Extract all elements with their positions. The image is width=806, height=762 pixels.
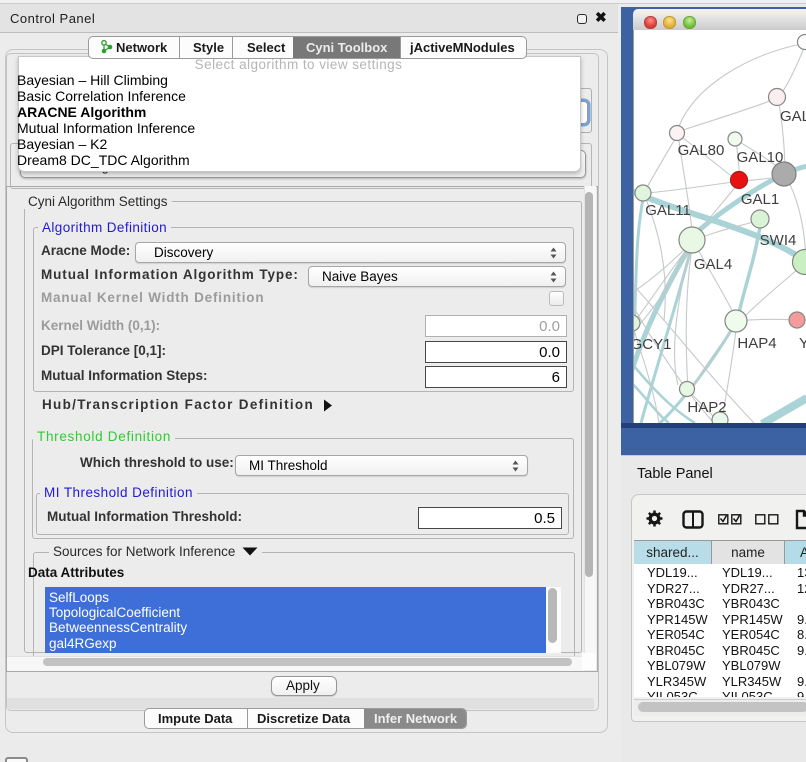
svg-text:GAL: GAL	[780, 108, 806, 125]
svg-text:HAP4: HAP4	[737, 335, 776, 352]
svg-text:GAL4: GAL4	[694, 256, 732, 273]
svg-text:HAP2: HAP2	[687, 399, 726, 416]
svg-text:GCY1: GCY1	[634, 336, 671, 353]
svg-text:GAL80: GAL80	[678, 142, 725, 159]
svg-text:GAL1: GAL1	[741, 191, 779, 208]
svg-text:Y: Y	[799, 335, 806, 352]
svg-text:GAL10: GAL10	[737, 149, 784, 166]
svg-text:SWI4: SWI4	[760, 232, 797, 249]
svg-text:GAL11: GAL11	[645, 202, 691, 219]
